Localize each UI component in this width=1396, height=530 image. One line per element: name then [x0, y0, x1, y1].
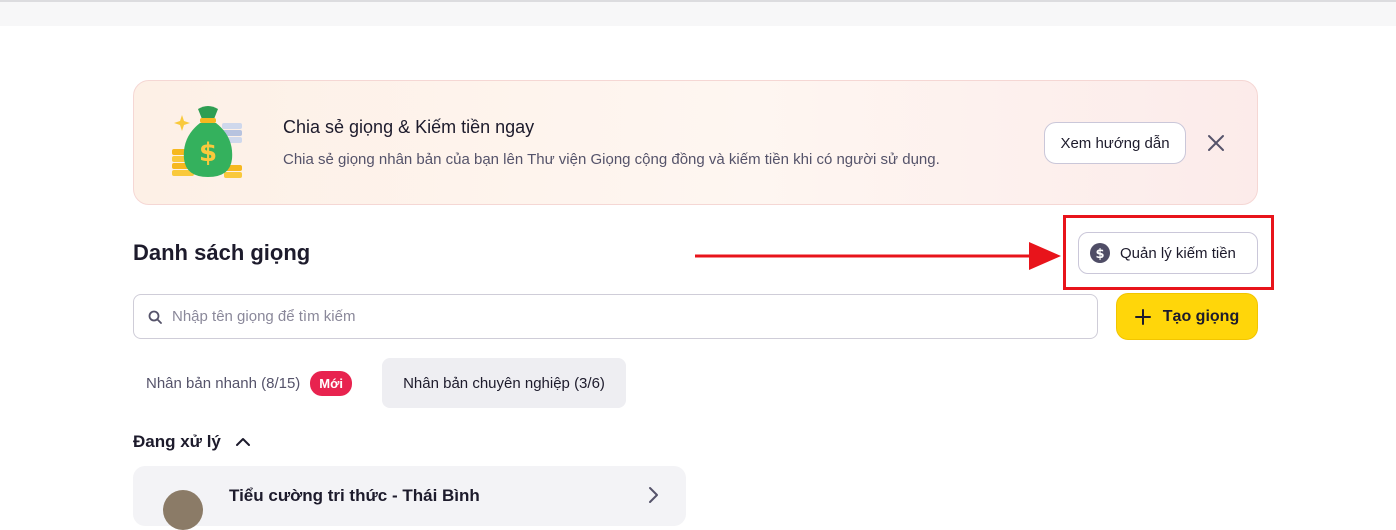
browser-top-bar — [0, 0, 1396, 26]
svg-text:$: $ — [1095, 247, 1104, 260]
svg-text:$: $ — [199, 138, 217, 168]
chevron-up-icon[interactable] — [235, 437, 251, 447]
create-voice-button[interactable]: Tạo giọng — [1116, 293, 1258, 340]
search-icon — [148, 310, 162, 324]
monetize-banner: $ Chia sẻ giọng & Kiếm tiền ngay Chia sẻ… — [133, 80, 1258, 205]
banner-title: Chia sẻ giọng & Kiếm tiền ngay — [283, 117, 535, 137]
banner-description: Chia sẻ giọng nhân bản của bạn lên Thư v… — [283, 151, 940, 168]
close-banner-button[interactable] — [1204, 131, 1228, 155]
voice-list-item[interactable]: Tiểu cường tri thức - Thái Bình — [133, 466, 686, 530]
search-input[interactable] — [172, 308, 1072, 325]
view-guide-button[interactable]: Xem hướng dẫn — [1044, 122, 1186, 164]
voice-list-title: Danh sách giọng — [133, 240, 311, 265]
tab-quick-clone-label: Nhân bản nhanh (8/15) — [146, 374, 301, 392]
search-box[interactable] — [133, 294, 1098, 339]
avatar — [163, 490, 203, 530]
manage-earnings-label: Quản lý kiếm tiền — [1120, 244, 1236, 262]
plus-icon — [1134, 308, 1151, 325]
processing-label: Đang xử lý — [133, 432, 221, 451]
chevron-right-icon — [649, 487, 658, 503]
tab-quick-clone[interactable]: Nhân bản nhanh (8/15) Mới — [133, 358, 365, 408]
new-badge: Mới — [310, 370, 352, 396]
voice-name: Tiểu cường tri thức - Thái Bình — [229, 486, 480, 505]
annotation-arrow — [695, 242, 1061, 270]
close-icon — [1208, 135, 1224, 151]
processing-section-header[interactable]: Đang xử lý — [133, 432, 251, 452]
dollar-circle-icon: $ — [1090, 243, 1110, 263]
create-voice-label: Tạo giọng — [1162, 307, 1240, 325]
tab-professional-clone[interactable]: Nhân bản chuyên nghiệp (3/6) — [382, 358, 626, 408]
manage-earnings-button[interactable]: $ Quản lý kiếm tiền — [1078, 232, 1258, 274]
money-bag-icon: $ — [172, 106, 242, 178]
